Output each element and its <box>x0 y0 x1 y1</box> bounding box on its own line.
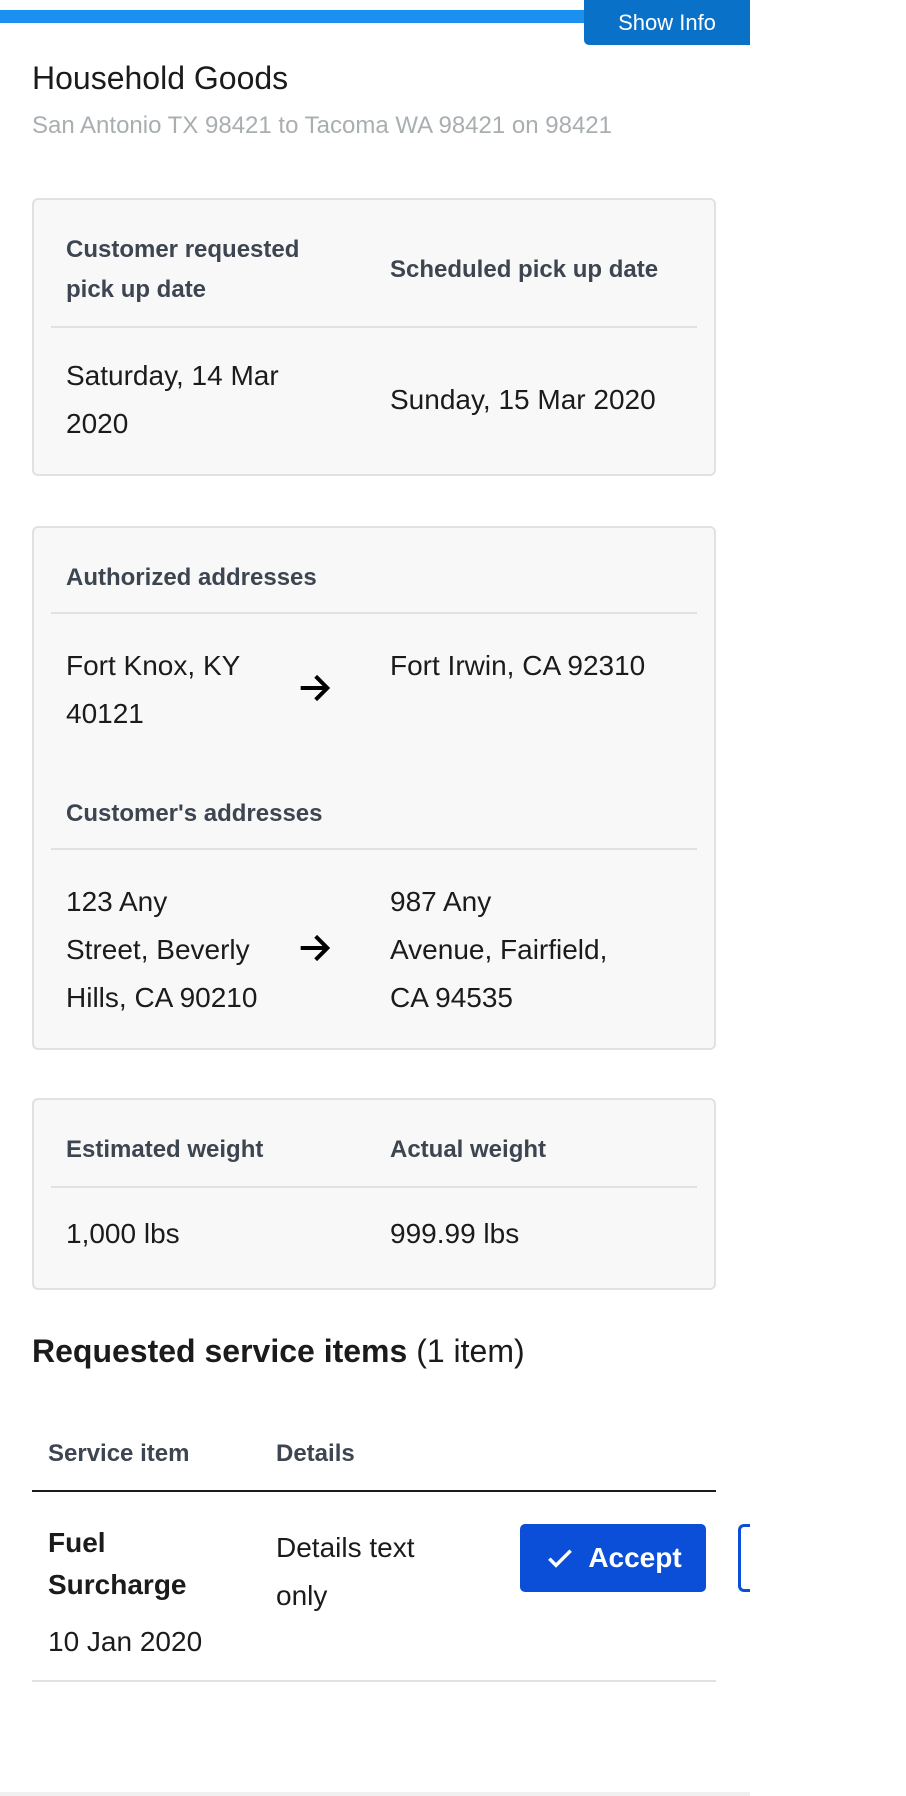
table-header-divider <box>32 1490 716 1492</box>
customer-to-address: 987 Any Avenue, Fairfield, CA 94535 <box>390 886 608 1013</box>
divider <box>51 326 697 328</box>
service-item-date: 10 Jan 2020 <box>48 1626 203 1657</box>
show-info-button[interactable]: Show Info <box>584 0 750 45</box>
check-icon <box>548 1549 573 1568</box>
arrow-right-icon <box>300 674 331 702</box>
customer-from-address: 123 Any Street, Beverly Hills, CA 90210 <box>66 886 258 1013</box>
customer-addresses-header: Customer's addresses <box>66 800 323 827</box>
column-header-details: Details <box>276 1440 355 1467</box>
divider <box>51 848 697 850</box>
divider <box>51 612 697 614</box>
estimated-weight-value: 1,000 lbs <box>66 1218 180 1249</box>
accept-button-label: Accept <box>588 1542 682 1573</box>
weights-card: Estimated weight Actual weight 1,000 lbs… <box>32 1098 716 1290</box>
scheduled-date-value: Sunday, 15 Mar 2020 <box>390 384 656 415</box>
service-item-details: Details text only <box>276 1532 415 1611</box>
service-item-name: Fuel Surcharge <box>48 1527 187 1600</box>
requested-date-value: Saturday, 14 Mar 2020 <box>66 360 279 439</box>
scheduled-date-header: Scheduled pick up date <box>390 256 659 283</box>
viewport-edge <box>750 0 906 1796</box>
table-row-divider <box>32 1680 716 1682</box>
page-title: Household Goods <box>32 60 289 96</box>
addresses-card: Authorized addresses Fort Knox, KY 40121… <box>32 526 716 1050</box>
requested-date-header: Customer requested pick up date <box>66 236 300 303</box>
move-route-subtitle: San Antonio TX 98421 to Tacoma WA 98421 … <box>32 112 612 139</box>
footer-divider <box>0 1792 750 1796</box>
actual-weight-value: 999.99 lbs <box>390 1218 520 1249</box>
estimated-weight-header: Estimated weight <box>66 1136 264 1163</box>
actual-weight-header: Actual weight <box>390 1136 547 1163</box>
accept-button[interactable]: Accept <box>520 1524 706 1592</box>
progress-bar-fill <box>0 10 585 23</box>
service-items-count: (1 item) <box>416 1333 525 1369</box>
authorized-from-address: Fort Knox, KY 40121 <box>66 650 241 729</box>
pickup-dates-card: Customer requested pick up date Schedule… <box>32 198 716 476</box>
divider <box>51 1186 697 1188</box>
arrow-right-icon <box>300 934 331 962</box>
column-header-service-item: Service item <box>48 1440 190 1467</box>
service-items-heading: Requested service items (1 item) <box>32 1333 525 1369</box>
authorized-to-address: Fort Irwin, CA 92310 <box>390 650 646 681</box>
authorized-addresses-header: Authorized addresses <box>66 564 317 591</box>
